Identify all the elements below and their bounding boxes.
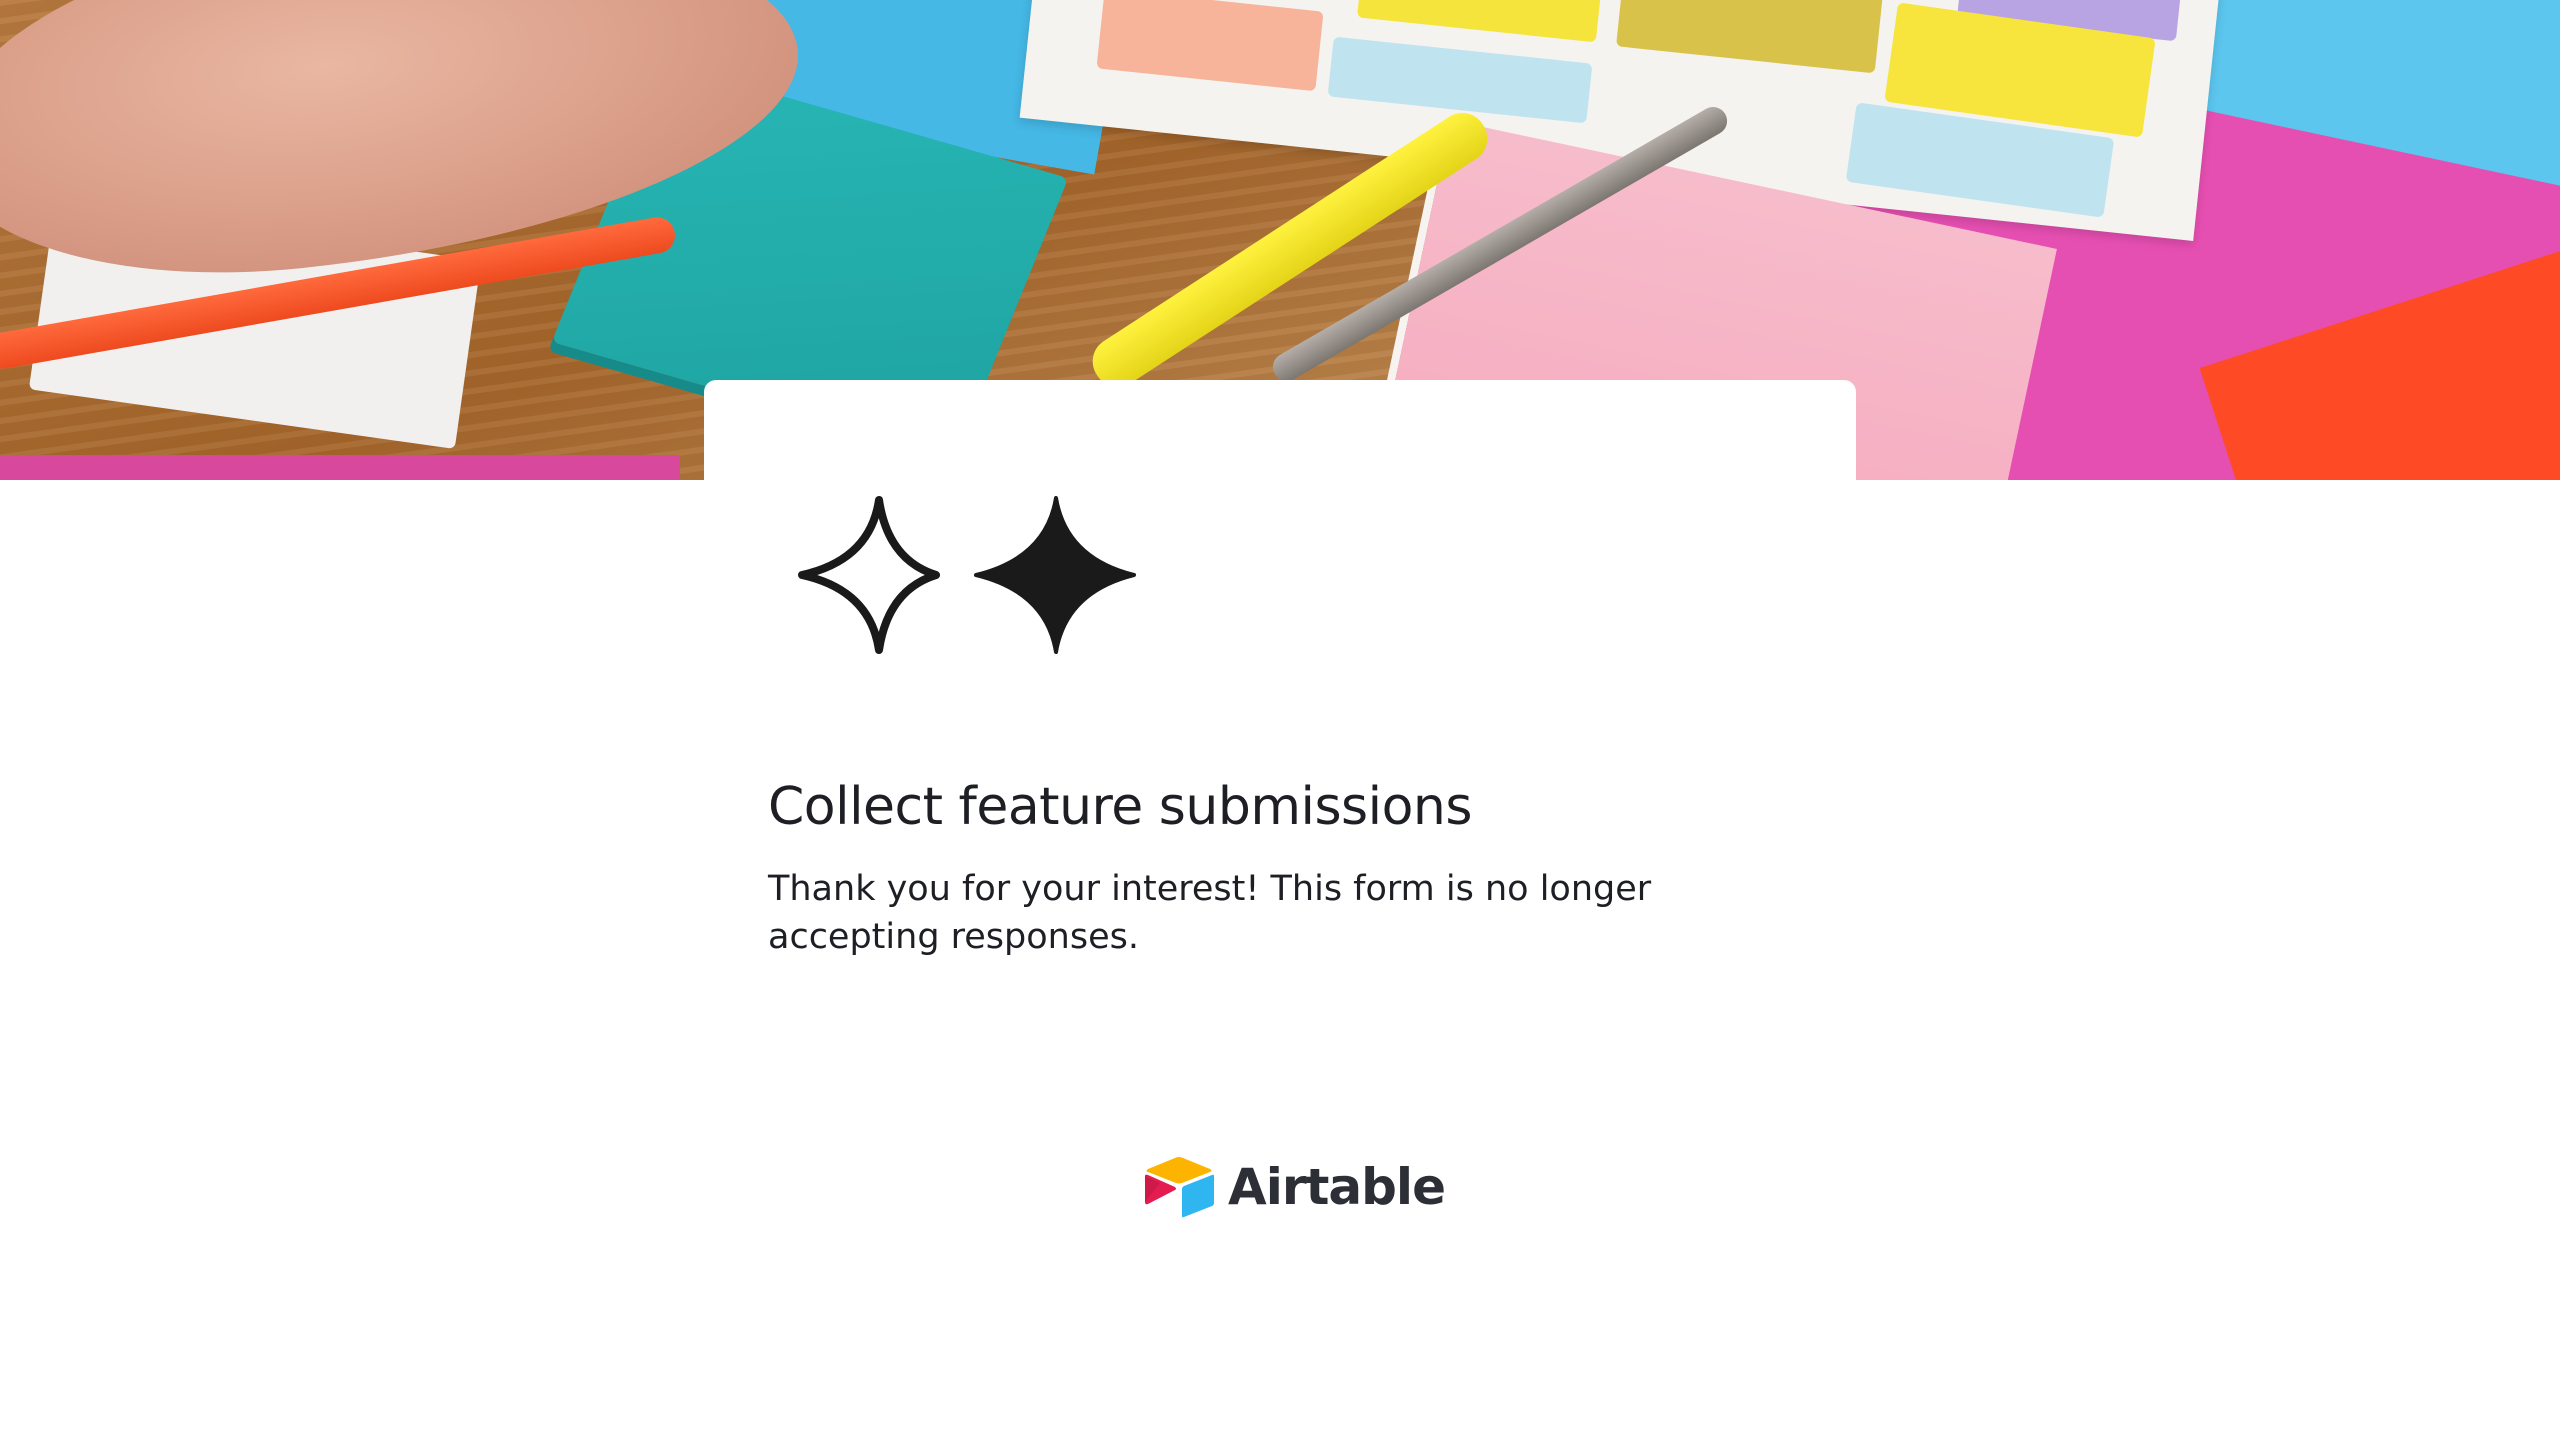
form-closed-message: Thank you for your interest! This form i… xyxy=(768,869,1652,957)
sparkles-icon xyxy=(798,496,1136,654)
airtable-wordmark: Airtable xyxy=(1228,1158,1446,1216)
airtable-logo-icon xyxy=(1145,1157,1214,1218)
sparkle-filled-icon xyxy=(974,496,1136,654)
sparkle-outline-icon xyxy=(798,496,940,654)
form-title: Collect feature submissions xyxy=(768,777,1472,837)
cover-magenta-strip xyxy=(0,455,680,480)
airtable-branding-link[interactable]: Airtable xyxy=(1142,1155,1446,1219)
form-closed-page: Collect feature submissions Thank you fo… xyxy=(0,0,2560,1440)
